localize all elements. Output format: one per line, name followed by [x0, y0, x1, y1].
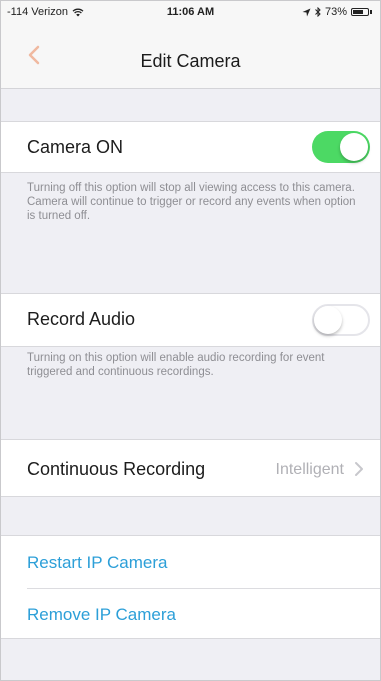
- record-audio-footer: Turning on this option will enable audio…: [27, 352, 325, 378]
- page-title: Edit Camera: [140, 51, 241, 71]
- remove-camera-button[interactable]: Remove IP Camera: [1, 589, 380, 639]
- battery-percent: 73%: [324, 6, 347, 18]
- restart-camera-button[interactable]: Restart IP Camera: [1, 536, 380, 588]
- continuous-recording-value: Intelligent: [275, 461, 345, 478]
- camera-on-toggle[interactable]: [312, 131, 370, 163]
- continuous-recording-row[interactable]: Continuous Recording Intelligent: [1, 439, 380, 497]
- status-bar: -114 Verizon 11:06 AM 73%: [1, 1, 380, 23]
- navigation-bar: Edit Camera: [1, 23, 380, 89]
- continuous-recording-label: Continuous Recording: [27, 459, 206, 479]
- location-arrow-icon: [302, 8, 311, 16]
- record-audio-label: Record Audio: [27, 309, 136, 329]
- camera-on-label: Camera ON: [27, 137, 124, 157]
- toggle-knob: [340, 133, 368, 161]
- actions-group: Restart IP Camera Remove IP Camera: [1, 535, 380, 639]
- camera-on-row: Camera ON: [1, 121, 380, 173]
- remove-camera-label: Remove IP Camera: [27, 605, 176, 624]
- record-audio-toggle[interactable]: [312, 304, 370, 336]
- bluetooth-icon: [315, 7, 321, 17]
- record-audio-row: Record Audio: [1, 293, 380, 347]
- chevron-right-icon: [355, 462, 363, 476]
- restart-camera-label: Restart IP Camera: [27, 553, 168, 572]
- battery-icon: [351, 8, 372, 16]
- status-right: 73%: [302, 6, 372, 18]
- camera-on-footer: Turning off this option will stop all vi…: [27, 182, 356, 222]
- toggle-knob: [314, 306, 342, 334]
- phone-screen: -114 Verizon 11:06 AM 73% Edit Camera Ca…: [0, 0, 381, 681]
